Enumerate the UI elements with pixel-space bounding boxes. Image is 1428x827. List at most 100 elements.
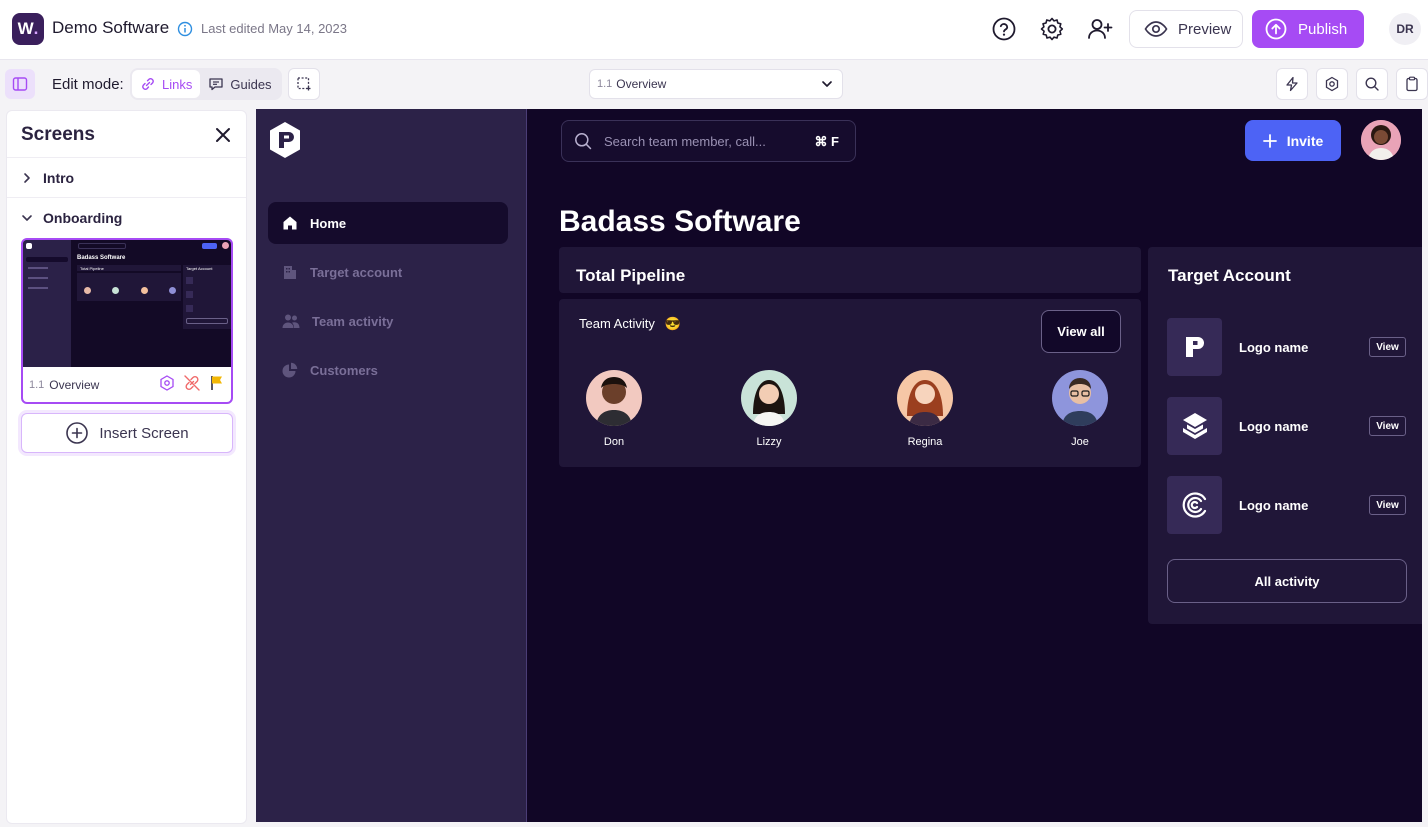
screen-select-label: Overview (616, 77, 667, 91)
team-member-regina[interactable]: Regina (885, 370, 965, 448)
select-area-icon[interactable] (288, 68, 320, 100)
settings-icon[interactable] (1037, 14, 1067, 44)
account-name: Logo name (1239, 498, 1309, 513)
app-logo[interactable]: W. (12, 13, 44, 45)
thumbnail-heading: Badass Software (77, 255, 126, 261)
top-bar: W. Demo Software Last edited May 14, 202… (0, 0, 1428, 60)
clipboard-icon[interactable] (1396, 68, 1428, 100)
member-name: Lizzy (756, 436, 782, 448)
preview-button[interactable]: Preview (1129, 10, 1243, 48)
screen-select-dropdown[interactable]: 1.1 Overview (589, 69, 843, 99)
publish-button[interactable]: Publish (1252, 10, 1364, 48)
account-view-button[interactable]: View (1369, 337, 1406, 357)
view-all-button[interactable]: View all (1041, 310, 1121, 353)
group-intro-label: Intro (43, 170, 75, 186)
hexagon-settings-icon[interactable] (159, 374, 175, 392)
group-onboarding[interactable]: Onboarding (21, 210, 122, 226)
member-name: Joe (1071, 436, 1089, 448)
screen-thumbnail: Badass Software Total Pipeline Target Ac… (23, 240, 231, 367)
all-activity-button[interactable]: All activity (1167, 559, 1407, 603)
nav-customers[interactable]: Customers (268, 349, 508, 391)
team-member-joe[interactable]: Joe (1040, 370, 1120, 448)
account-view-button[interactable]: View (1369, 495, 1406, 515)
sunglasses-emoji: 😎 (664, 316, 681, 331)
edit-mode-label: Edit mode: (52, 76, 124, 93)
team-member-don[interactable]: Don (574, 370, 654, 448)
publish-label: Publish (1298, 20, 1348, 38)
edit-mode-switch: Links Guides (130, 68, 282, 100)
screen-card-actions (159, 374, 225, 392)
screen-card-footer: 1.1 Overview (29, 378, 99, 392)
page-title: Badass Software (559, 205, 801, 238)
group-intro[interactable]: Intro (21, 170, 74, 186)
total-pipeline-title: Total Pipeline (576, 266, 686, 285)
unlink-icon[interactable] (183, 374, 201, 392)
nav-target-account[interactable]: Target account (268, 251, 508, 293)
screen-canvas: Home Target account Team activity Custom… (256, 109, 1422, 822)
home-icon (283, 216, 297, 230)
add-user-icon[interactable] (1085, 14, 1115, 44)
link-icon (142, 78, 154, 90)
divider (7, 197, 246, 198)
insert-screen-button[interactable]: Insert Screen (21, 413, 233, 453)
total-pipeline-card: Total Pipeline (559, 247, 1141, 293)
hexagon-settings-icon[interactable] (1316, 68, 1348, 100)
help-icon[interactable] (989, 14, 1019, 44)
profile-avatar[interactable] (1361, 120, 1401, 160)
close-icon[interactable] (213, 125, 233, 145)
account-view-button[interactable]: View (1369, 416, 1406, 436)
group-onboarding-label: Onboarding (43, 210, 123, 226)
search-icon[interactable] (1356, 68, 1388, 100)
screens-panel: Screens Intro Onboarding Badass Software… (6, 110, 247, 824)
plus-icon (1262, 133, 1277, 148)
lightning-icon[interactable] (1276, 68, 1308, 100)
account-name: Logo name (1239, 340, 1309, 355)
plus-circle-icon (66, 422, 89, 444)
nav-team-activity[interactable]: Team activity (268, 300, 508, 342)
guides-label: Guides (230, 76, 272, 92)
screen-card-overview[interactable]: Badass Software Total Pipeline Target Ac… (21, 238, 233, 404)
nav-customers-label: Customers (310, 362, 378, 378)
info-icon[interactable] (177, 21, 193, 37)
brand-logo-icon[interactable] (268, 121, 302, 159)
insert-screen-label: Insert Screen (99, 424, 189, 442)
panel-toggle-icon[interactable] (5, 69, 35, 99)
links-tab[interactable]: Links (132, 70, 201, 98)
pie-chart-icon (282, 362, 298, 378)
links-label: Links (162, 76, 193, 92)
project-title[interactable]: Demo Software (52, 18, 169, 38)
upload-circle-icon (1265, 18, 1287, 40)
member-name: Regina (907, 436, 943, 448)
nav-home[interactable]: Home (268, 202, 508, 244)
search-shortcut: ⌘ F (814, 134, 839, 149)
team-activity-title-text: Team Activity (579, 316, 655, 331)
building-icon (284, 266, 296, 279)
account-name: Logo name (1239, 419, 1309, 434)
team-search-input[interactable]: Search team member, call... ⌘ F (561, 120, 856, 162)
user-avatar[interactable]: DR (1389, 13, 1421, 45)
flag-icon[interactable] (209, 374, 225, 392)
screen-card-label: Overview (49, 378, 100, 392)
screens-title: Screens (21, 124, 95, 145)
thumbnail-card2: Target Account (186, 266, 213, 271)
team-member-lizzy[interactable]: Lizzy (729, 370, 809, 448)
guides-tab[interactable]: Guides (200, 70, 279, 98)
account-row: Logo name View (1167, 397, 1407, 455)
team-activity-title: Team Activity 😎 (579, 316, 681, 332)
layers-logo-icon (1167, 397, 1222, 455)
search-icon (575, 133, 592, 150)
nav-target-account-label: Target account (310, 264, 403, 280)
p-logo-icon (1167, 318, 1222, 376)
preview-label: Preview (1178, 20, 1232, 38)
spiral-logo-icon (1167, 476, 1222, 534)
logo-dot: . (33, 19, 39, 38)
avatar (741, 370, 797, 426)
app-sidebar: Home Target account Team activity Custom… (256, 109, 527, 822)
invite-label: Invite (1286, 132, 1324, 149)
chevron-down-icon (822, 81, 832, 87)
eye-icon (1144, 21, 1168, 37)
invite-button[interactable]: Invite (1245, 120, 1341, 161)
screen-card-number: 1.1 (29, 379, 45, 391)
team-activity-card: Team Activity 😎 View all Don Lizzy Regin… (559, 299, 1141, 467)
screen-number: 1.1 (597, 78, 613, 90)
